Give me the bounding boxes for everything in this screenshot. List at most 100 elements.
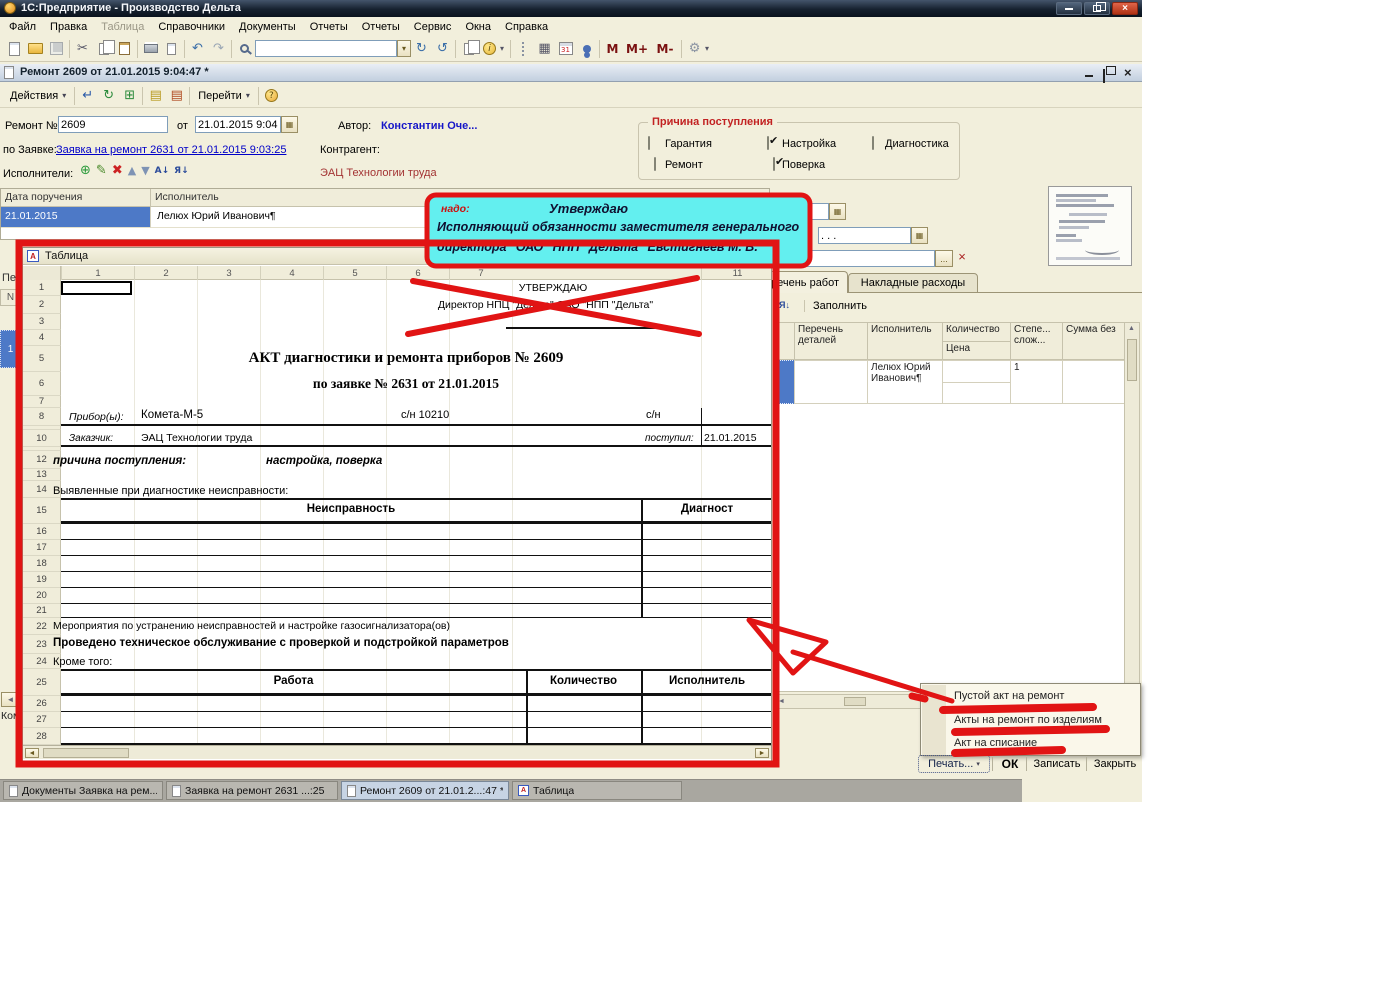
checkbox-verification[interactable] <box>773 157 775 171</box>
move-up-button[interactable]: ▲ <box>128 164 136 177</box>
extra-field-input[interactable] <box>795 250 935 267</box>
active-cell[interactable] <box>61 281 132 295</box>
clear-button[interactable]: × <box>955 249 969 266</box>
new-document-icon[interactable] <box>4 39 25 59</box>
row-number[interactable]: 2 <box>23 296 61 314</box>
monitor-m-icon[interactable]: M <box>602 39 623 59</box>
row-number[interactable]: 7 <box>23 396 61 408</box>
choose-button[interactable]: ... <box>935 250 953 267</box>
doc-close-icon[interactable]: × <box>1124 65 1132 80</box>
tab-overhead[interactable]: Накладные расходы <box>848 273 978 293</box>
executors-grid-cell-date[interactable]: 21.01.2015 <box>1 207 151 228</box>
row-number[interactable]: 19 <box>23 572 61 588</box>
checkbox-setup[interactable] <box>767 136 769 150</box>
close-form-button[interactable]: Закрыть <box>1089 755 1141 773</box>
doc-restore-icon[interactable] <box>1103 70 1105 82</box>
vscroll-thumb[interactable] <box>1127 339 1137 381</box>
completion-calendar-icon[interactable]: ▦ <box>911 227 928 244</box>
spreadsheet-window[interactable]: А Таблица 1 2 3 4 5 6 7 11 1 2 3 4 5 6 7… <box>22 247 772 762</box>
menu-help[interactable]: Справка <box>498 19 555 35</box>
row-number[interactable]: 1 <box>23 280 61 296</box>
user-permissions-icon[interactable] <box>576 39 597 59</box>
row-number[interactable]: 28 <box>23 728 61 745</box>
row-number[interactable]: 3 <box>23 314 61 330</box>
row-number[interactable]: 6 <box>23 372 61 396</box>
fill-button[interactable]: Заполнить <box>804 300 867 312</box>
undo-icon[interactable]: ↶ <box>187 39 208 59</box>
panel-cell-details[interactable] <box>794 360 868 404</box>
delete-row-button[interactable]: ✖ <box>112 163 123 178</box>
settings-wrench-icon[interactable]: ⚙ <box>684 39 705 59</box>
calculator-icon[interactable]: ▦ <box>534 39 555 59</box>
panel-header-sum[interactable]: Сумма без <box>1062 322 1125 360</box>
row-number[interactable]: 16 <box>23 524 61 540</box>
move-down-button[interactable]: ▼ <box>141 164 149 177</box>
unpost-document-icon[interactable]: ▤ <box>166 86 187 106</box>
row-gutter[interactable]: 1 2 3 4 5 6 7 8 10 12 13 14 15 16 17 18 … <box>23 280 61 745</box>
search-dropdown-icon[interactable]: ▾ <box>397 40 411 57</box>
menu-item-writeoff-act[interactable]: Акт на списание <box>954 737 1037 749</box>
panel-vscrollbar[interactable]: ▲ ▼ <box>1124 322 1140 692</box>
print-preview-icon[interactable] <box>161 39 182 59</box>
menu-edit[interactable]: Правка <box>43 19 94 35</box>
search-input[interactable] <box>255 40 397 57</box>
taskbar-tab-repair[interactable]: Ремонт 2609 от 21.01.2...:47 * <box>341 781 509 800</box>
sort-desc-button[interactable]: Я↓ <box>174 166 188 176</box>
col-header-2[interactable]: 2 <box>134 266 197 280</box>
row-number[interactable]: 15 <box>23 498 61 524</box>
open-icon[interactable] <box>25 39 46 59</box>
completion-date-input[interactable] <box>818 227 911 244</box>
row-number[interactable]: 20 <box>23 588 61 604</box>
row-number[interactable]: 21 <box>23 604 61 618</box>
row-number[interactable]: 26 <box>23 696 61 712</box>
menu-item-acts-by-products[interactable]: Акты на ремонт по изделиям <box>954 714 1102 726</box>
edit-row-button[interactable]: ✎ <box>96 163 107 178</box>
menu-table[interactable]: Таблица <box>94 19 151 35</box>
panel-sort-icon[interactable]: Я↓ <box>779 300 790 310</box>
checkbox-repair[interactable] <box>654 157 656 171</box>
refresh-icon[interactable]: ↻ <box>98 86 119 106</box>
panel-cell-executor[interactable]: Лелюх Юрий Иванович¶ <box>867 360 943 404</box>
monitor-m-plus-icon[interactable]: M+ <box>623 39 651 59</box>
print-button[interactable]: Печать... ▾ <box>918 755 990 773</box>
menu-reports-2[interactable]: Отчеты <box>355 19 407 35</box>
copy-icon[interactable] <box>93 39 114 59</box>
menu-file[interactable]: Файл <box>2 19 43 35</box>
request-link[interactable]: Заявка на ремонт 2631 от 21.01.2015 9:03… <box>56 144 286 156</box>
checkbox-warranty[interactable] <box>648 136 650 150</box>
panel-cell-complexity[interactable]: 1 <box>1010 360 1063 404</box>
maximize-button[interactable] <box>1084 2 1110 15</box>
left-scroll-arrow-icon[interactable]: ◄ <box>1 692 20 707</box>
panel-header-executor[interactable]: Исполнитель <box>867 322 943 360</box>
row-number[interactable]: 17 <box>23 540 61 556</box>
calendar-icon[interactable]: 31 <box>555 39 576 59</box>
hscroll-thumb[interactable] <box>844 697 866 706</box>
help-button[interactable]: ? <box>261 86 282 106</box>
menu-references[interactable]: Справочники <box>151 19 232 35</box>
doc-minimize-icon[interactable] <box>1083 67 1097 79</box>
col-header-1[interactable]: 1 <box>61 266 134 280</box>
sort-asc-button[interactable]: А↓ <box>155 166 170 176</box>
menu-service[interactable]: Сервис <box>407 19 459 35</box>
row-number[interactable]: 25 <box>23 669 61 696</box>
menu-documents[interactable]: Документы <box>232 19 303 35</box>
col-header-6[interactable]: 6 <box>386 266 449 280</box>
row-number[interactable]: 13 <box>23 469 61 481</box>
row-number[interactable]: 10 <box>23 430 61 447</box>
find-next-icon[interactable]: ↻ <box>411 39 432 59</box>
panel-header-price[interactable]: Цена <box>942 341 1011 360</box>
sheet-hscrollbar[interactable]: ◄ ► <box>23 745 771 759</box>
save-close-icon[interactable]: ↵ <box>77 86 98 106</box>
actions-button[interactable]: Действия▾ <box>4 88 72 104</box>
works-grid-n-cell[interactable]: 1 <box>0 330 21 368</box>
monitor-m-minus-icon[interactable]: M- <box>651 39 679 59</box>
find-prev-icon[interactable]: ↺ <box>432 39 453 59</box>
menu-windows[interactable]: Окна <box>458 19 498 35</box>
panel-header-details[interactable]: Перечень деталей <box>794 322 868 360</box>
taskbar-tab-documents[interactable]: Документы Заявка на рем... <box>3 781 163 800</box>
calendar-picker-icon[interactable]: ▦ <box>281 116 298 133</box>
close-button[interactable]: × <box>1112 2 1138 15</box>
row-number[interactable]: 18 <box>23 556 61 572</box>
copy-add-icon[interactable]: ⊞ <box>119 86 140 106</box>
scroll-left-icon[interactable]: ◄ <box>25 748 39 758</box>
